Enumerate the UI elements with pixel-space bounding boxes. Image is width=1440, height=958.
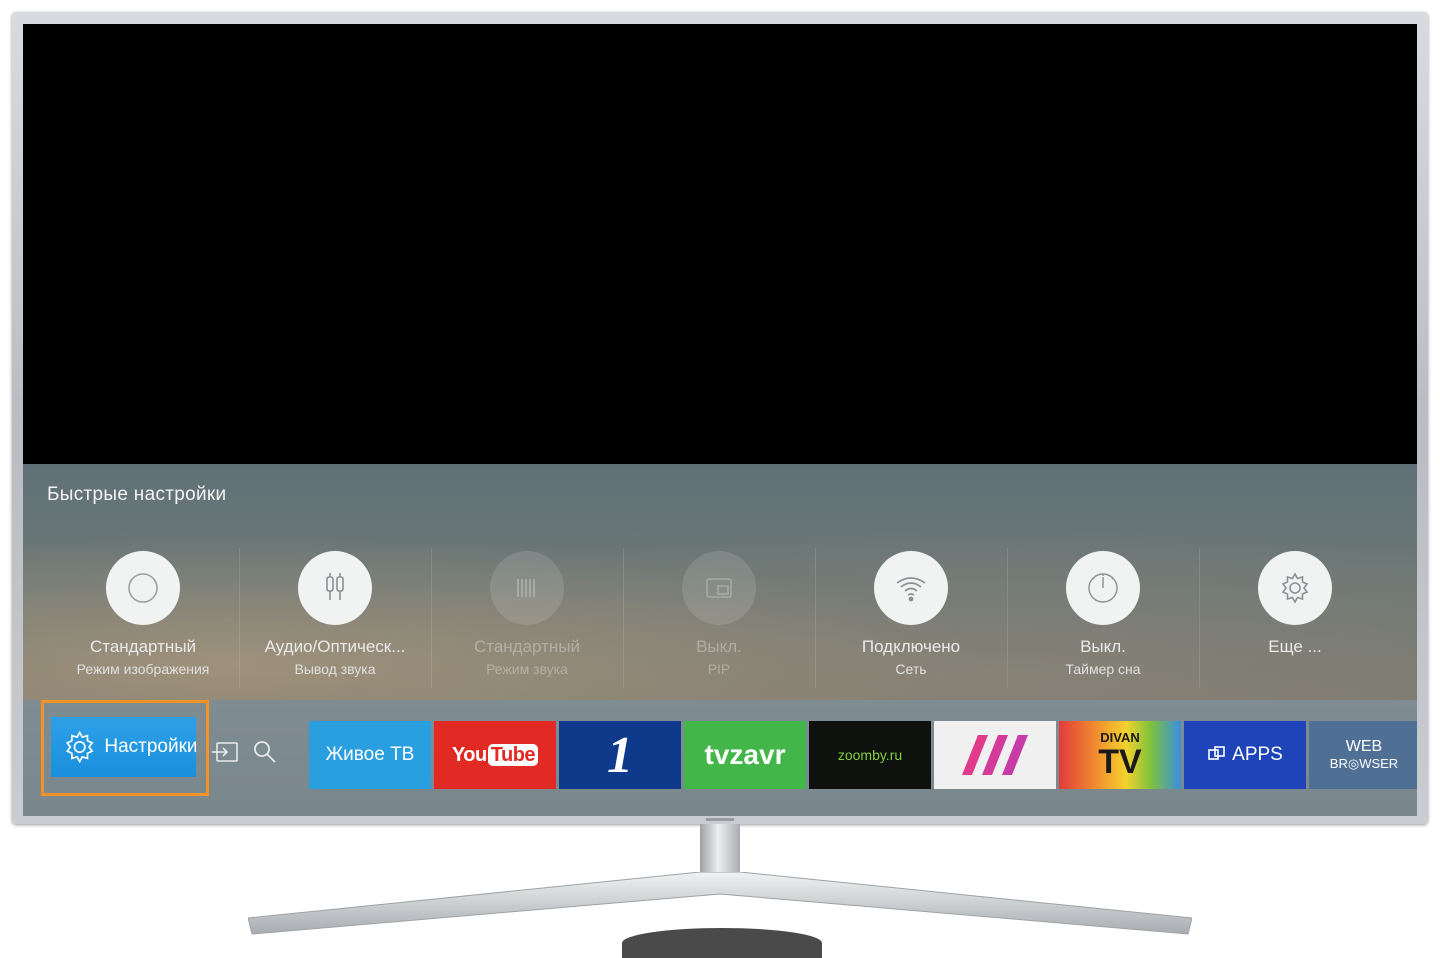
app-label-line2: BR◎WSER: [1329, 756, 1399, 771]
app-youtube[interactable]: You Tube: [434, 721, 556, 789]
app-label-line1: WEB: [1345, 738, 1383, 755]
audio-output-icon: [298, 551, 372, 625]
qs-network[interactable]: Подключено Сеть: [815, 548, 1008, 688]
qs-pip: Выкл. PIP: [623, 548, 816, 688]
youtube-logo: You Tube: [452, 743, 539, 767]
app-divan-tv[interactable]: DIVAN TV: [1059, 721, 1181, 789]
app-apps[interactable]: APPS: [1184, 721, 1306, 789]
qs-sub: PIP: [707, 661, 731, 677]
perviy-logo: 1: [607, 726, 633, 784]
brand-strip: [706, 818, 734, 821]
app-perviy-kanal[interactable]: 1: [559, 721, 681, 789]
timer-icon: [1066, 551, 1140, 625]
app-label: APPS: [1232, 744, 1283, 765]
source-input-icon[interactable]: [211, 740, 239, 764]
qs-label: Выкл.: [696, 637, 742, 656]
qs-sub: Режим звука: [486, 661, 568, 677]
qs-label: Стандартный: [473, 637, 581, 656]
smart-hub-bar: Настройки Живое ТВ You Tube 1 tvzavr zoo…: [23, 700, 1417, 816]
app-tvzavr[interactable]: tvzavr: [684, 721, 806, 789]
floor-shadow: [622, 928, 822, 958]
focus-highlight: [41, 700, 209, 796]
app-live-tv[interactable]: Живое ТВ: [309, 721, 431, 789]
app-label-line2: TV: [1098, 743, 1142, 781]
qs-label: Аудио/Оптическ...: [264, 637, 406, 656]
app-zoomby[interactable]: zoomby.ru: [809, 721, 931, 789]
qs-sub: Вывод звука: [294, 661, 376, 677]
qs-label: Выкл.: [1080, 637, 1126, 656]
gear-icon: [1258, 551, 1332, 625]
search-icon[interactable]: [252, 739, 278, 765]
app-label: Живое ТВ: [325, 744, 415, 765]
qs-picture-mode[interactable]: Стандартный Режим изображения: [47, 548, 240, 688]
qs-sub: Сеть: [895, 661, 927, 677]
app-pyatnitsa[interactable]: [934, 721, 1056, 789]
qs-label: Подключено: [861, 637, 961, 656]
tv-screen: Быстрые настройки Стандартный Режим изоб…: [23, 24, 1417, 816]
qs-more[interactable]: Еще ...: [1199, 548, 1391, 688]
app-label: zoomby.ru: [837, 747, 903, 763]
apps-icon: [1208, 746, 1225, 760]
qs-label: Стандартный: [89, 637, 197, 656]
circle-icon: [106, 551, 180, 625]
qs-sub: Режим изображения: [76, 661, 210, 677]
pyatnitsa-logo: [962, 735, 1028, 775]
qs-audio-output[interactable]: Аудио/Оптическ... Вывод звука: [239, 548, 432, 688]
quick-settings-panel: Быстрые настройки Стандартный Режим изоб…: [23, 464, 1417, 700]
equalizer-icon: [490, 551, 564, 625]
qs-label: Еще ...: [1268, 637, 1322, 656]
app-web-browser[interactable]: WEB BR◎WSER: [1309, 721, 1417, 789]
pip-icon: [682, 551, 756, 625]
app-label: tvzavr: [704, 739, 786, 770]
quick-settings-list: Стандартный Режим изображения Аудио/Опти…: [47, 548, 1417, 700]
wifi-icon: [874, 551, 948, 625]
quick-settings-title: Быстрые настройки: [47, 484, 227, 505]
qs-sound-mode: Стандартный Режим звука: [431, 548, 624, 688]
qs-sleep-timer[interactable]: Выкл. Таймер сна: [1007, 548, 1200, 688]
qs-sub: Таймер сна: [1065, 661, 1141, 677]
